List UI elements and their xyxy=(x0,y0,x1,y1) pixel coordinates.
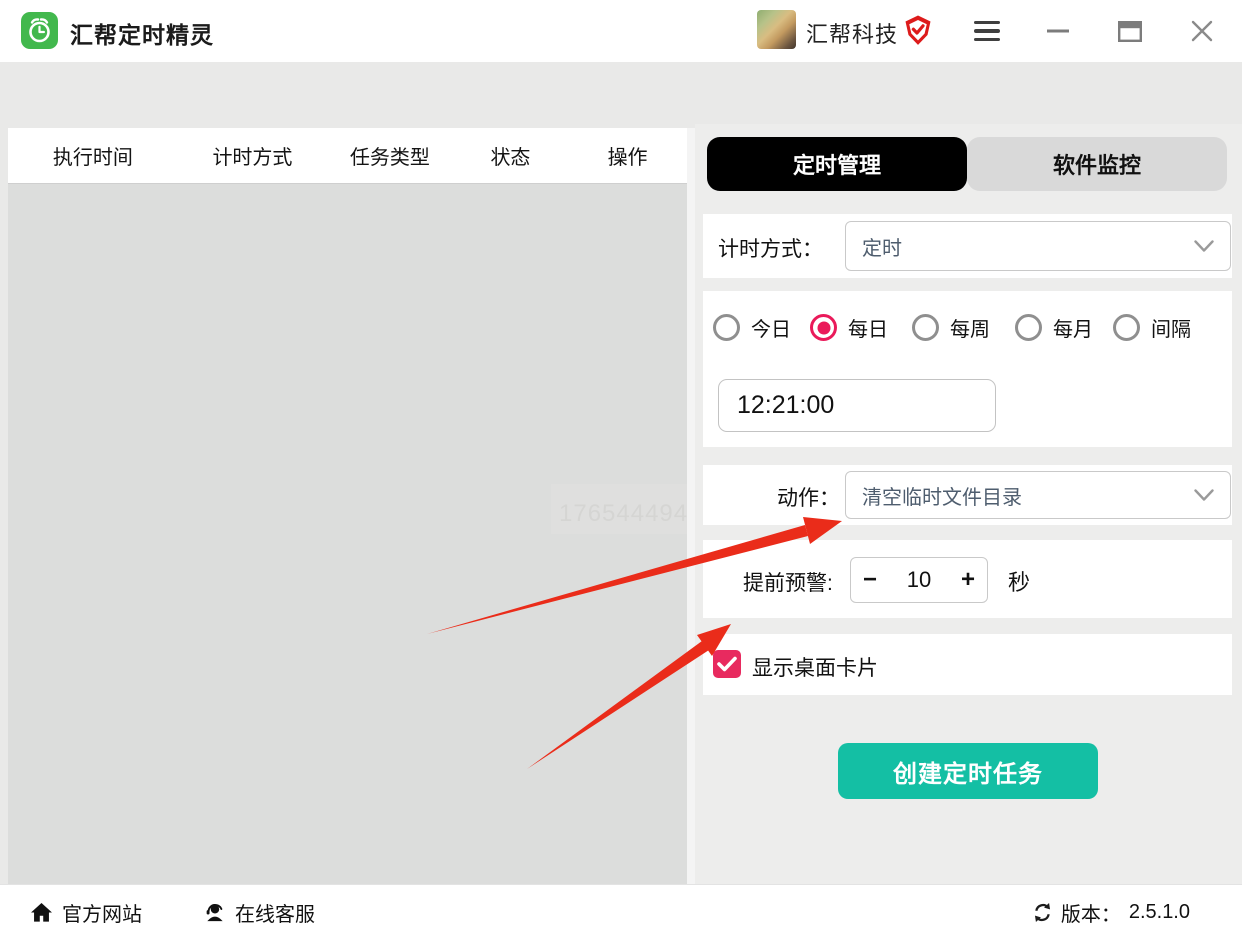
hamburger-icon xyxy=(974,16,1000,47)
radio-today-label: 今日 xyxy=(751,319,791,341)
chevron-down-icon xyxy=(1194,488,1214,501)
version-info: 版本： 2.5.1.0 xyxy=(1032,885,1190,939)
radio-interval-label: 间隔 xyxy=(1151,319,1191,341)
time-input[interactable] xyxy=(718,379,996,432)
warning-stepper: − 10 + xyxy=(850,557,988,603)
desktop-card-checkbox[interactable] xyxy=(713,650,741,678)
maximize-icon xyxy=(1118,20,1142,42)
vip-badge-icon xyxy=(905,15,931,45)
warning-label: 提前预警: xyxy=(743,572,833,595)
official-website-label: 官方网站 xyxy=(62,904,142,926)
app-window: 汇帮定时精灵 汇帮科技 执行时间 计时方式 任务类型 状态 操作 1765444… xyxy=(0,0,1242,939)
radio-weekly-label: 每周 xyxy=(950,319,990,341)
version-value: 2.5.1.0 xyxy=(1128,901,1190,923)
stepper-minus-button[interactable]: − xyxy=(863,568,877,592)
radio-monthly-label: 每月 xyxy=(1053,319,1093,341)
stepper-value: 10 xyxy=(906,567,932,592)
checkmark-icon xyxy=(717,656,737,672)
chevron-down-icon xyxy=(1194,239,1214,252)
warning-card: 提前预警: − 10 + 秒 xyxy=(703,540,1232,618)
timing-mode-select[interactable]: 定时 xyxy=(845,221,1231,271)
timing-mode-card: 计时方式： 定时 xyxy=(703,214,1232,278)
title-bar: 汇帮定时精灵 汇帮科技 xyxy=(0,0,1242,62)
task-table-header: 执行时间 计时方式 任务类型 状态 操作 xyxy=(8,128,687,184)
timing-mode-label: 计时方式： xyxy=(718,238,823,261)
maximize-button[interactable] xyxy=(1107,0,1153,62)
stepper-plus-button[interactable]: + xyxy=(961,568,975,592)
action-card: 动作： 清空临时文件目录 xyxy=(703,465,1232,525)
version-label: 版本： xyxy=(1060,904,1121,926)
action-value: 清空临时文件目录 xyxy=(862,486,1022,509)
action-label: 动作： xyxy=(777,487,840,510)
radio-daily-label: 每日 xyxy=(848,319,888,341)
column-header-exec-time: 执行时间 xyxy=(52,147,133,169)
task-table-panel: 执行时间 计时方式 任务类型 状态 操作 1765444949 xyxy=(8,128,701,939)
column-header-timing-mode: 计时方式 xyxy=(212,147,293,169)
desktop-card-checkbox-label: 显示桌面卡片 xyxy=(752,657,878,680)
tab-software-monitor[interactable]: 软件监控 xyxy=(967,137,1227,191)
app-logo-alarm-icon xyxy=(21,12,58,49)
radio-interval[interactable]: 间隔 xyxy=(1113,313,1191,342)
main-area: 执行时间 计时方式 任务类型 状态 操作 1765444949 定时管理 软件监… xyxy=(0,62,1242,939)
account-name: 汇帮科技 xyxy=(806,22,899,47)
tab-timer-management[interactable]: 定时管理 xyxy=(707,137,967,191)
footer-bar: 官方网站 在线客服 版本： 2.5.1.0 xyxy=(0,884,1242,939)
timing-mode-value: 定时 xyxy=(862,237,902,260)
menu-button[interactable] xyxy=(964,0,1010,62)
radio-circle-icon xyxy=(810,314,837,341)
radio-monthly[interactable]: 每月 xyxy=(1015,313,1093,342)
column-header-task-type: 任务类型 xyxy=(349,147,430,169)
desktop-card-option-card: 显示桌面卡片 xyxy=(703,634,1232,695)
panel-divider xyxy=(687,128,695,939)
minimize-icon xyxy=(1047,29,1069,33)
radio-today[interactable]: 今日 xyxy=(713,313,791,342)
refresh-icon[interactable] xyxy=(1032,902,1053,923)
radio-circle-icon xyxy=(1015,314,1042,341)
minimize-button[interactable] xyxy=(1035,0,1081,62)
radio-circle-icon xyxy=(1113,314,1140,341)
watermark-text: 1765444949 xyxy=(559,500,703,527)
official-website-link[interactable]: 官方网站 xyxy=(30,885,142,939)
online-support-link[interactable]: 在线客服 xyxy=(203,885,315,939)
schedule-card: 今日 每日 每周 每月 间隔 xyxy=(703,291,1232,447)
account-avatar[interactable] xyxy=(757,10,796,49)
radio-weekly[interactable]: 每周 xyxy=(912,313,990,342)
warning-unit: 秒 xyxy=(1008,570,1031,595)
close-button[interactable] xyxy=(1179,0,1225,62)
radio-circle-icon xyxy=(713,314,740,341)
home-icon xyxy=(31,902,52,922)
radio-circle-icon xyxy=(912,314,939,341)
customer-service-icon xyxy=(206,903,223,922)
app-title: 汇帮定时精灵 xyxy=(70,22,214,48)
action-select[interactable]: 清空临时文件目录 xyxy=(845,471,1231,519)
radio-daily[interactable]: 每日 xyxy=(810,313,888,342)
online-support-label: 在线客服 xyxy=(235,904,315,926)
column-header-status: 状态 xyxy=(490,147,531,169)
create-task-button[interactable]: 创建定时任务 xyxy=(838,743,1098,799)
close-icon xyxy=(1191,20,1213,42)
column-header-actions: 操作 xyxy=(607,147,648,169)
